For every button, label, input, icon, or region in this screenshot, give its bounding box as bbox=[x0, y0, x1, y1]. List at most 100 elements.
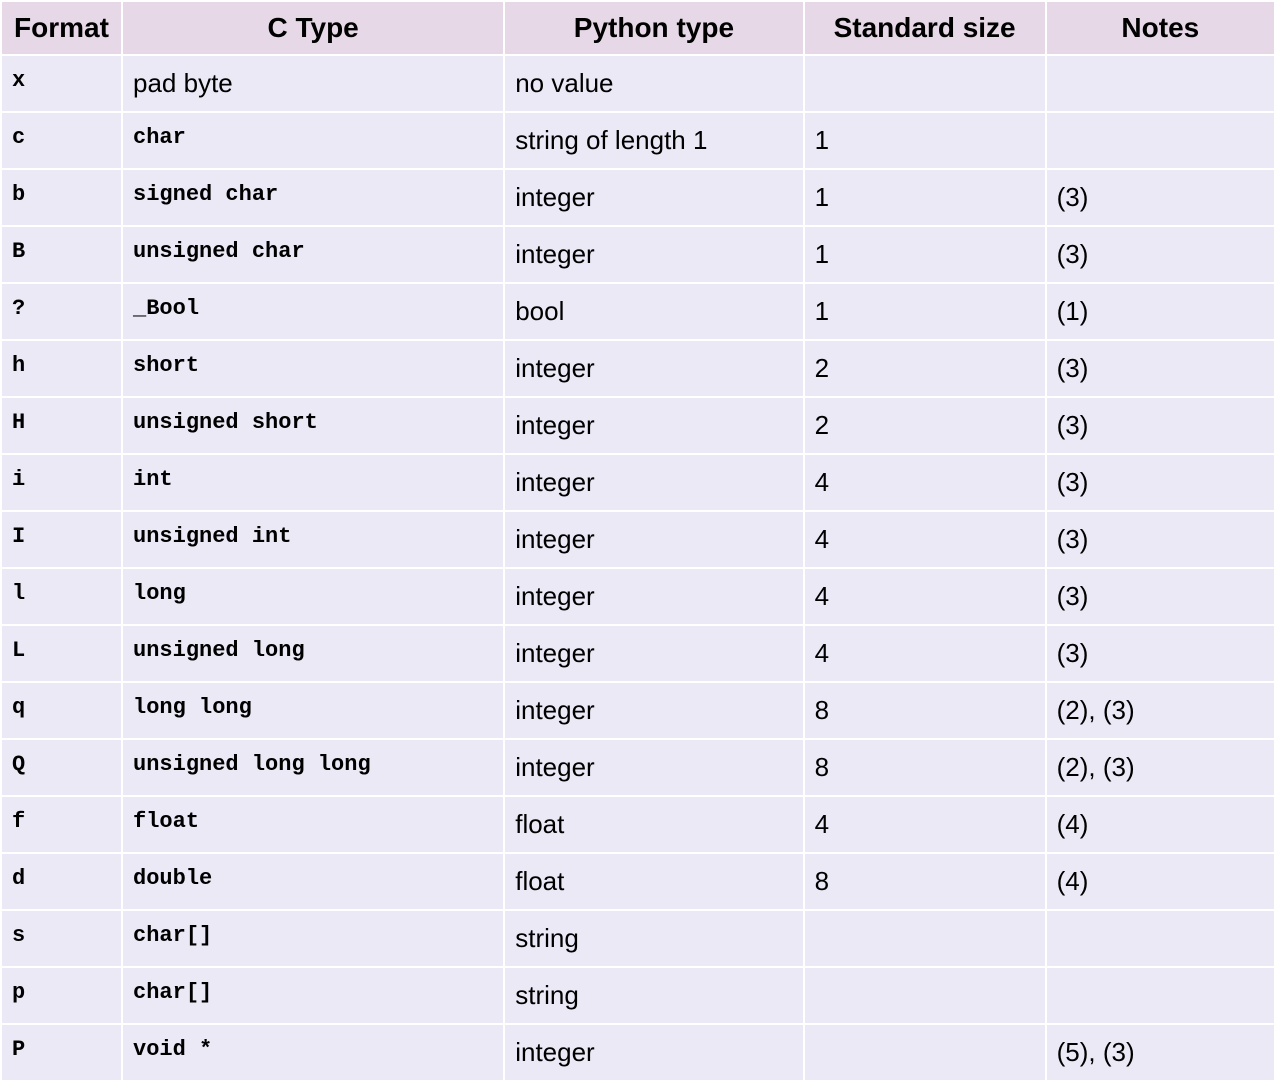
table-row: qlong longinteger8(2), (3) bbox=[1, 682, 1275, 739]
cell-pytype: integer bbox=[504, 1024, 803, 1081]
table-row: Lunsigned longinteger4(3) bbox=[1, 625, 1275, 682]
cell-notes: (3) bbox=[1046, 397, 1275, 454]
cell-ctype: unsigned int bbox=[122, 511, 504, 568]
table-row: Bunsigned charinteger1(3) bbox=[1, 226, 1275, 283]
cell-size: 4 bbox=[804, 625, 1046, 682]
cell-size: 1 bbox=[804, 283, 1046, 340]
cell-format: c bbox=[1, 112, 122, 169]
header-notes: Notes bbox=[1046, 1, 1275, 55]
cell-format: H bbox=[1, 397, 122, 454]
cell-notes: (5), (3) bbox=[1046, 1024, 1275, 1081]
cell-format: p bbox=[1, 967, 122, 1024]
cell-pytype: integer bbox=[504, 739, 803, 796]
cell-ctype: int bbox=[122, 454, 504, 511]
table-row: xpad byteno value bbox=[1, 55, 1275, 112]
cell-size: 1 bbox=[804, 226, 1046, 283]
cell-format: q bbox=[1, 682, 122, 739]
cell-ctype: long bbox=[122, 568, 504, 625]
cell-size: 1 bbox=[804, 112, 1046, 169]
cell-notes: (3) bbox=[1046, 625, 1275, 682]
table-row: ccharstring of length 11 bbox=[1, 112, 1275, 169]
cell-format: l bbox=[1, 568, 122, 625]
cell-pytype: string bbox=[504, 910, 803, 967]
cell-size bbox=[804, 967, 1046, 1024]
cell-notes: (2), (3) bbox=[1046, 739, 1275, 796]
header-pytype: Python type bbox=[504, 1, 803, 55]
cell-size: 1 bbox=[804, 169, 1046, 226]
cell-ctype: char bbox=[122, 112, 504, 169]
cell-format: L bbox=[1, 625, 122, 682]
table-row: ddoublefloat8(4) bbox=[1, 853, 1275, 910]
table-row: Pvoid *integer (5), (3) bbox=[1, 1024, 1275, 1081]
header-ctype: C Type bbox=[122, 1, 504, 55]
cell-pytype: integer bbox=[504, 511, 803, 568]
cell-format: ? bbox=[1, 283, 122, 340]
cell-pytype: integer bbox=[504, 169, 803, 226]
cell-ctype: unsigned long bbox=[122, 625, 504, 682]
cell-notes: (2), (3) bbox=[1046, 682, 1275, 739]
cell-ctype: char[] bbox=[122, 910, 504, 967]
cell-format: B bbox=[1, 226, 122, 283]
cell-pytype: string bbox=[504, 967, 803, 1024]
cell-format: d bbox=[1, 853, 122, 910]
cell-ctype: pad byte bbox=[122, 55, 504, 112]
cell-size: 4 bbox=[804, 511, 1046, 568]
cell-ctype: unsigned char bbox=[122, 226, 504, 283]
table-row: Iunsigned intinteger4(3) bbox=[1, 511, 1275, 568]
cell-pytype: bool bbox=[504, 283, 803, 340]
cell-notes: (4) bbox=[1046, 796, 1275, 853]
cell-pytype: integer bbox=[504, 568, 803, 625]
table-row: pchar[]string bbox=[1, 967, 1275, 1024]
cell-size bbox=[804, 910, 1046, 967]
cell-pytype: float bbox=[504, 796, 803, 853]
cell-ctype: char[] bbox=[122, 967, 504, 1024]
cell-size: 4 bbox=[804, 454, 1046, 511]
cell-pytype: string of length 1 bbox=[504, 112, 803, 169]
cell-ctype: long long bbox=[122, 682, 504, 739]
cell-format: I bbox=[1, 511, 122, 568]
cell-size: 8 bbox=[804, 853, 1046, 910]
cell-ctype: double bbox=[122, 853, 504, 910]
cell-ctype: _Bool bbox=[122, 283, 504, 340]
cell-notes: (3) bbox=[1046, 454, 1275, 511]
cell-notes: (3) bbox=[1046, 169, 1275, 226]
cell-size: 8 bbox=[804, 682, 1046, 739]
cell-notes: (3) bbox=[1046, 511, 1275, 568]
cell-ctype: void * bbox=[122, 1024, 504, 1081]
table-row: schar[]string bbox=[1, 910, 1275, 967]
cell-format: Q bbox=[1, 739, 122, 796]
header-format: Format bbox=[1, 1, 122, 55]
table-row: ffloatfloat4(4) bbox=[1, 796, 1275, 853]
cell-format: h bbox=[1, 340, 122, 397]
struct-format-table: Format C Type Python type Standard size … bbox=[0, 0, 1276, 1082]
cell-notes: (3) bbox=[1046, 340, 1275, 397]
cell-size: 4 bbox=[804, 568, 1046, 625]
table-row: iintinteger4(3) bbox=[1, 454, 1275, 511]
cell-pytype: integer bbox=[504, 226, 803, 283]
cell-format: b bbox=[1, 169, 122, 226]
table-row: bsigned charinteger1(3) bbox=[1, 169, 1275, 226]
cell-size bbox=[804, 55, 1046, 112]
cell-notes: (4) bbox=[1046, 853, 1275, 910]
cell-pytype: no value bbox=[504, 55, 803, 112]
table-row: ?_Boolbool1(1) bbox=[1, 283, 1275, 340]
cell-format: x bbox=[1, 55, 122, 112]
cell-format: f bbox=[1, 796, 122, 853]
cell-size: 2 bbox=[804, 397, 1046, 454]
cell-notes: (3) bbox=[1046, 568, 1275, 625]
table-row: hshortinteger2(3) bbox=[1, 340, 1275, 397]
cell-format: P bbox=[1, 1024, 122, 1081]
cell-pytype: integer bbox=[504, 682, 803, 739]
cell-size bbox=[804, 1024, 1046, 1081]
table-row: llonginteger4(3) bbox=[1, 568, 1275, 625]
cell-pytype: integer bbox=[504, 340, 803, 397]
cell-pytype: float bbox=[504, 853, 803, 910]
cell-ctype: short bbox=[122, 340, 504, 397]
cell-ctype: unsigned short bbox=[122, 397, 504, 454]
cell-notes bbox=[1046, 967, 1275, 1024]
header-size: Standard size bbox=[804, 1, 1046, 55]
cell-notes: (1) bbox=[1046, 283, 1275, 340]
cell-ctype: signed char bbox=[122, 169, 504, 226]
cell-notes bbox=[1046, 112, 1275, 169]
cell-format: s bbox=[1, 910, 122, 967]
